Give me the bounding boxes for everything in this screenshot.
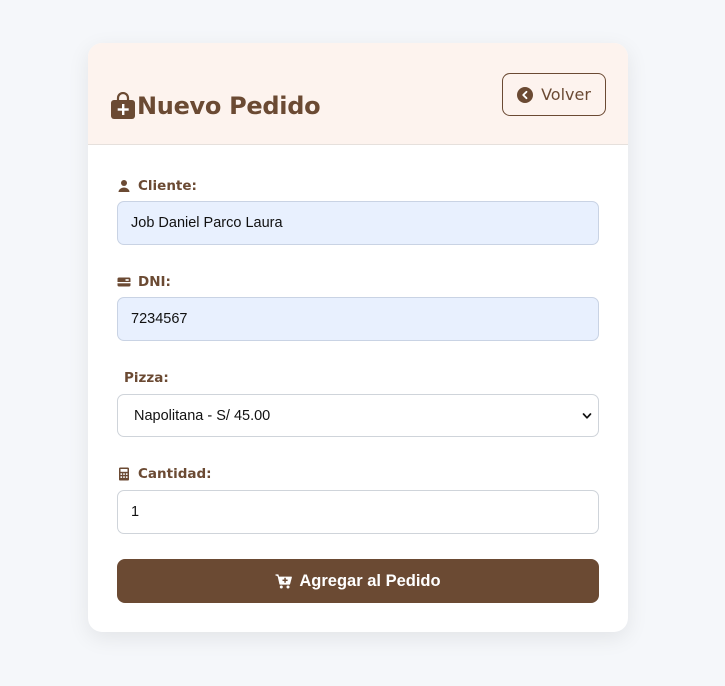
chevron-down-icon [582,413,592,419]
pizza-field: Pizza: Napolitana - S/ 45.00 [117,369,599,437]
cantidad-label: Cantidad: [138,466,212,482]
pizza-label-row: Pizza: [117,369,599,387]
cliente-label-row: Cliente: [117,177,599,195]
cantidad-field: Cantidad: 1 [117,465,599,534]
dni-label-row: DNI: [117,273,599,291]
pizza-label: Pizza: [124,370,169,386]
cantidad-value: 1 [131,504,140,520]
cliente-input[interactable]: Job Daniel Parco Laura [117,201,599,245]
calculator-icon [119,467,129,481]
page-title: Nuevo Pedido [137,92,321,120]
dni-label: DNI: [138,274,171,290]
card-header: Nuevo Pedido Volver [88,43,628,145]
cliente-field: Cliente: Job Daniel Parco Laura [117,177,599,245]
add-to-order-button[interactable]: Agregar al Pedido [117,559,599,603]
dni-field: DNI: 7234567 [117,273,599,341]
dni-input[interactable]: 7234567 [117,297,599,341]
add-to-order-label: Agregar al Pedido [299,571,441,590]
id-card-icon [117,277,131,287]
pizza-selected-value: Napolitana - S/ 45.00 [134,407,271,424]
order-card: Nuevo Pedido Volver Cliente: Job Daniel … [88,43,628,632]
cart-plus-icon [275,573,293,588]
cliente-value: Job Daniel Parco Laura [131,215,283,231]
shopping-bag-plus-icon [111,92,135,119]
cantidad-input[interactable]: 1 [117,490,599,534]
back-button[interactable]: Volver [502,73,606,116]
back-button-label: Volver [541,85,591,104]
user-icon [118,180,130,192]
page-title-wrap: Nuevo Pedido [110,90,321,122]
pizza-select[interactable]: Napolitana - S/ 45.00 [117,394,599,437]
arrow-left-circle-icon [517,86,534,103]
cantidad-label-row: Cantidad: [117,465,599,483]
cliente-label: Cliente: [138,178,197,194]
dni-value: 7234567 [131,311,188,327]
